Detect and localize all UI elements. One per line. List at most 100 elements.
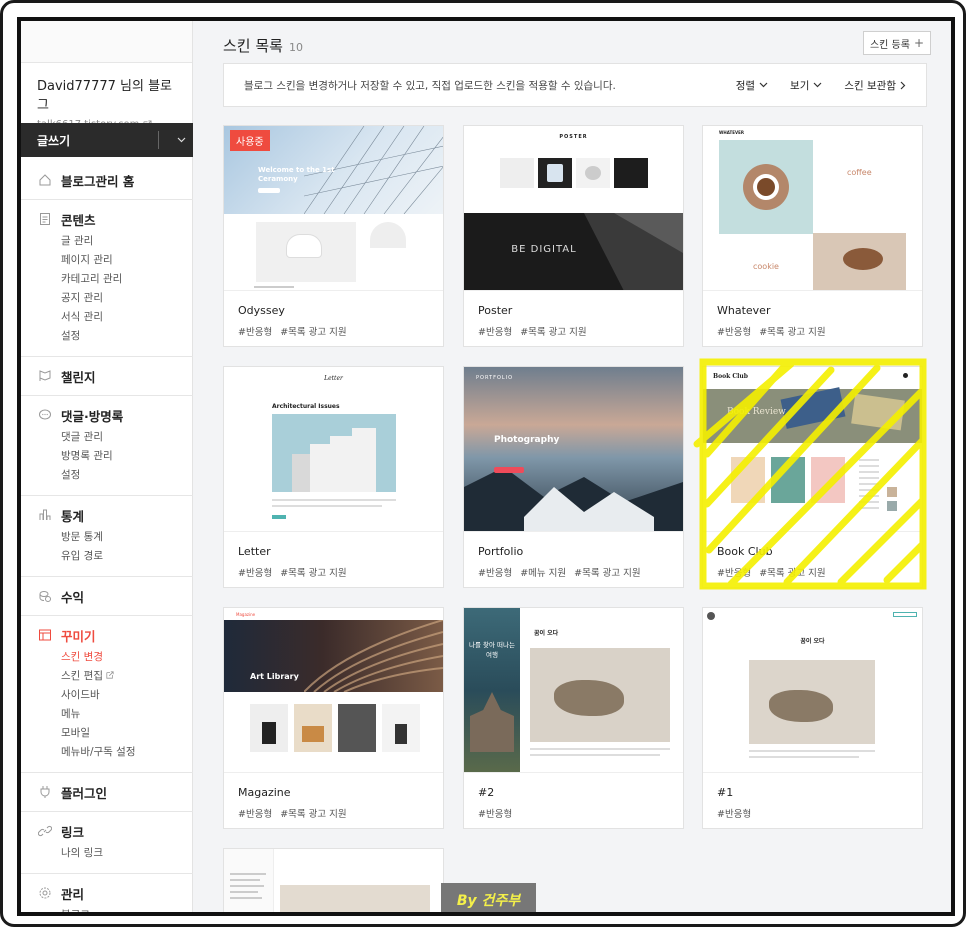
- skin-tag: #목록 광고 지원: [280, 809, 347, 820]
- sidebar-item-label: 콘텐츠: [61, 212, 96, 228]
- skin-thumbnail[interactable]: Letter Architectural Issues: [224, 367, 443, 532]
- sidebar-item[interactable]: 링크: [21, 822, 193, 840]
- skin-tag: #반응형: [717, 327, 752, 338]
- sidebar-subitem-label: 모바일: [61, 727, 90, 739]
- sidebar-subitem-label: 설정: [61, 330, 81, 342]
- write-button[interactable]: 글쓰기: [21, 123, 193, 157]
- skin-name: Whatever: [717, 304, 771, 317]
- skin-thumbnail[interactable]: PORTFOLIO Photography: [464, 367, 683, 532]
- skin-thumbnail[interactable]: Magazine Art Library: [224, 608, 443, 773]
- sidebar-item-label: 수익: [61, 589, 85, 605]
- skin-card-2[interactable]: 나를 찾아 떠나는 여행 꿈이 오다 #2 #반응형: [463, 607, 684, 829]
- sidebar-subitem[interactable]: 스킨 편집: [21, 667, 193, 686]
- sidebar-subitem[interactable]: 방명록 관리: [21, 447, 193, 466]
- sidebar-subitem[interactable]: 나의 링크: [21, 844, 193, 863]
- thumb-subheadline: cookie: [753, 262, 779, 271]
- skin-count: 10: [288, 41, 303, 54]
- sidebar-item[interactable]: 챌린지: [21, 367, 193, 385]
- page-title: 스킨 목록: [223, 37, 283, 55]
- skin-thumbnail[interactable]: [224, 849, 443, 912]
- thumb-headline: 꿈이 오다: [800, 638, 825, 645]
- sidebar-item[interactable]: 수익: [21, 587, 193, 605]
- main-content: 스킨 목록 10 스킨 등록 + 블로그 스킨을 변경하거나 저장할 수 있고,…: [193, 21, 951, 912]
- sidebar-item-label: 댓글·방명록: [61, 408, 124, 424]
- skin-tags: #반응형 #목록 광고 지원: [238, 324, 347, 338]
- sidebar-subitem[interactable]: 블로그: [21, 906, 193, 912]
- skin-thumbnail[interactable]: WHATEVER coffee cookie: [703, 126, 922, 291]
- sidebar-section: 꾸미기스킨 변경스킨 편집사이드바메뉴모바일메뉴바/구독 설정: [21, 616, 193, 773]
- sidebar-item[interactable]: 관리: [21, 884, 193, 902]
- skin-thumbnail[interactable]: 나를 찾아 떠나는 여행 꿈이 오다: [464, 608, 683, 773]
- sidebar-section: 수익: [21, 577, 193, 616]
- sidebar-subitem-label: 사이드바: [61, 689, 100, 701]
- skin-card-whatever[interactable]: WHATEVER coffee cookie Whatever #반응형 #목록 …: [702, 125, 923, 347]
- sidebar-item[interactable]: 통계: [21, 506, 193, 524]
- skin-card-portfolio[interactable]: PORTFOLIO Photography Portfolio #반응형 #메뉴 …: [463, 366, 684, 588]
- sidebar-subitem[interactable]: 메뉴: [21, 705, 193, 724]
- sidebar-subitem[interactable]: 설정: [21, 466, 193, 485]
- skin-storage-link[interactable]: 스킨 보관함: [844, 78, 906, 93]
- sidebar-subitem[interactable]: 방문 통계: [21, 528, 193, 547]
- sidebar-subitem-label: 메뉴: [61, 708, 81, 720]
- skin-name: Book Club: [717, 545, 773, 558]
- skin-tag: #반응형: [717, 809, 752, 820]
- sidebar-item-label: 통계: [61, 508, 85, 524]
- sidebar-subitem[interactable]: 공지 관리: [21, 289, 193, 308]
- sidebar-item[interactable]: 댓글·방명록: [21, 406, 193, 424]
- sidebar-subitem[interactable]: 댓글 관리: [21, 428, 193, 447]
- sidebar-subitem[interactable]: 글 관리: [21, 232, 193, 251]
- skin-card-1[interactable]: 꿈이 오다 #1 #반응형: [702, 607, 923, 829]
- skin-thumbnail[interactable]: POSTER BE DIGITAL: [464, 126, 683, 291]
- sidebar-subitem-label: 카테고리 관리: [61, 273, 123, 285]
- sidebar-item[interactable]: 콘텐츠: [21, 210, 193, 228]
- skin-card-odyssey[interactable]: Welcome to the 1st Ceramony 사용중 Odyssey …: [223, 125, 444, 347]
- sidebar-subitem-label: 메뉴바/구독 설정: [61, 746, 136, 758]
- sidebar-subitem[interactable]: 메뉴바/구독 설정: [21, 743, 193, 762]
- sidebar-subitem[interactable]: 페이지 관리: [21, 251, 193, 270]
- sidebar-item-label: 링크: [61, 824, 85, 840]
- view-dropdown[interactable]: 보기: [790, 78, 822, 93]
- layout-icon: [37, 627, 53, 643]
- sidebar-subitem[interactable]: 사이드바: [21, 686, 193, 705]
- sort-label: 정렬: [735, 79, 756, 92]
- sort-dropdown[interactable]: 정렬: [736, 78, 768, 93]
- blog-name[interactable]: David77777 님의 블로그: [21, 63, 192, 113]
- sidebar-subitem[interactable]: 모바일: [21, 724, 193, 743]
- chevron-down-icon: [759, 82, 768, 88]
- sidebar-item-label: 관리: [61, 886, 85, 902]
- sidebar-item[interactable]: 꾸미기: [21, 626, 193, 644]
- sidebar-subitem-label: 서식 관리: [61, 311, 103, 323]
- sidebar-subitem-label: 스킨 변경: [61, 651, 103, 663]
- skin-tag: #목록 광고 지원: [759, 568, 826, 579]
- home-icon: [37, 172, 53, 188]
- sidebar-subitem[interactable]: 카테고리 관리: [21, 270, 193, 289]
- skin-tags: #반응형 #목록 광고 지원: [238, 565, 347, 579]
- sidebar-subitem[interactable]: 설정: [21, 327, 193, 346]
- skin-tags: #반응형: [717, 806, 751, 820]
- chevron-down-icon[interactable]: [169, 135, 193, 146]
- sidebar-menu: 블로그관리 홈 콘텐츠 글 관리 페이지 관리 카테고리 관리 공지 관리 서식 관리 설정 챌…: [21, 161, 193, 912]
- skin-card-book-club[interactable]: Book Club Book Review Book Club #반응형 #목록 …: [702, 366, 923, 588]
- skin-card-partial[interactable]: [223, 848, 444, 912]
- skin-card-magazine[interactable]: Magazine Art Library Magazine #반응형 #목록 광고…: [223, 607, 444, 829]
- skin-tags: #반응형 #목록 광고 지원: [717, 324, 826, 338]
- skin-card-letter[interactable]: Letter Architectural Issues Letter #반응형 #…: [223, 366, 444, 588]
- sidebar-subitem[interactable]: 서식 관리: [21, 308, 193, 327]
- sidebar-subitem[interactable]: 스킨 변경: [21, 648, 193, 667]
- comment-icon: [37, 407, 53, 423]
- sidebar-item[interactable]: 블로그관리 홈: [21, 171, 193, 189]
- register-skin-button[interactable]: 스킨 등록 +: [863, 31, 931, 55]
- sidebar-subitem-label: 댓글 관리: [61, 431, 103, 443]
- sidebar-item[interactable]: 플러그인: [21, 783, 193, 801]
- sidebar-subitem[interactable]: 유입 경로: [21, 547, 193, 566]
- sidebar-section: 콘텐츠글 관리 페이지 관리카테고리 관리공지 관리서식 관리설정: [21, 200, 193, 357]
- skin-tags: #반응형 #목록 광고 지원: [478, 324, 587, 338]
- sidebar-section: 링크나의 링크: [21, 812, 193, 874]
- register-skin-label: 스킨 등록: [869, 39, 910, 51]
- skin-card-poster[interactable]: POSTER BE DIGITAL Poster #반응형 #목록 광고 지원: [463, 125, 684, 347]
- skin-thumbnail[interactable]: 꿈이 오다: [703, 608, 922, 773]
- skin-thumbnail[interactable]: Book Club Book Review: [703, 367, 922, 532]
- info-bar: 블로그 스킨을 변경하거나 저장할 수 있고, 직접 업로드한 스킨을 적용할 …: [223, 63, 927, 107]
- thumb-headline: Photography: [494, 435, 560, 445]
- thumb-logo: Letter: [324, 375, 343, 382]
